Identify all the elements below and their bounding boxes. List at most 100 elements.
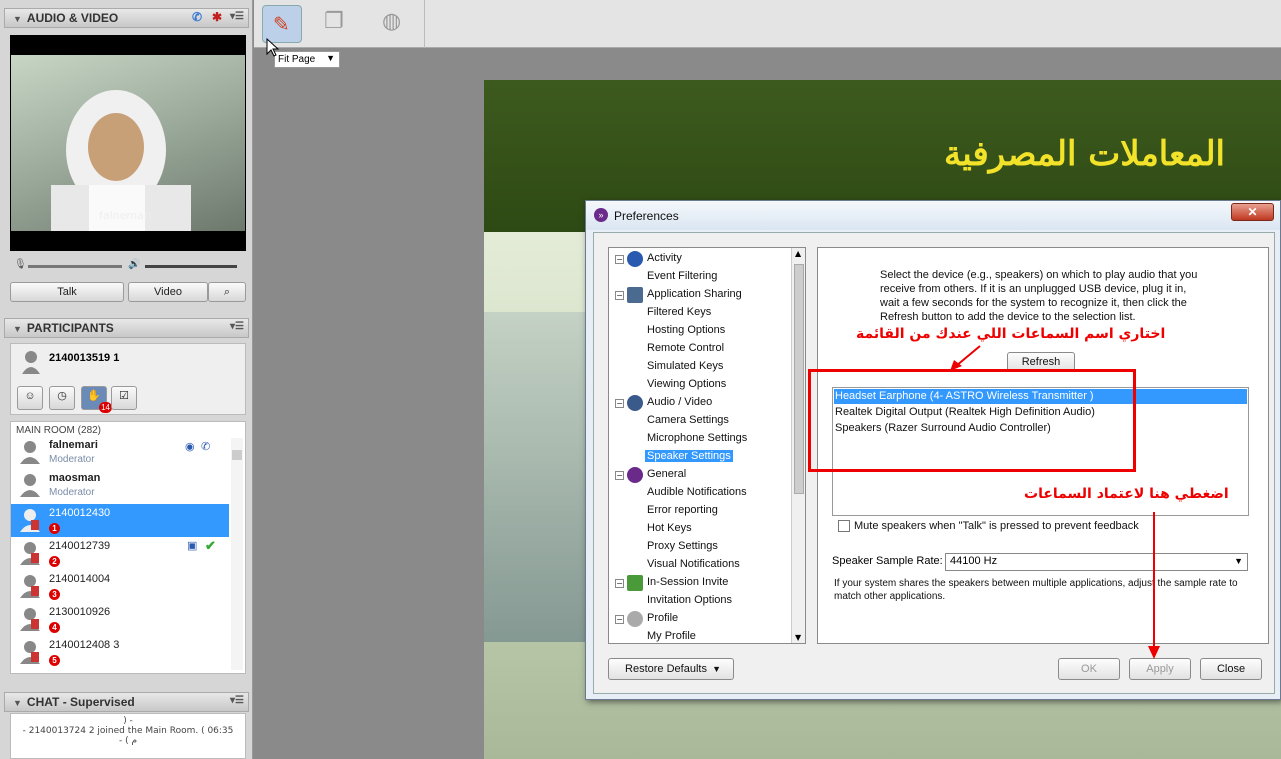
chat-header[interactable]: ▼ CHAT - Supervised ▾☰ xyxy=(4,692,249,712)
collapse-toggle[interactable]: − xyxy=(615,255,624,264)
room-count: (282) xyxy=(77,425,102,436)
tree-item-visual-notifications[interactable]: Visual Notifications xyxy=(647,558,740,570)
tree-item-speaker-settings[interactable]: Speaker Settings xyxy=(645,450,733,462)
participant-role: Moderator xyxy=(49,454,95,465)
mute-label: Mute speakers when "Talk" is pressed to … xyxy=(854,520,1139,532)
main-room-label: MAIN ROOM (282) xyxy=(16,425,101,436)
invite-icon xyxy=(627,575,643,591)
scrollbar-thumb[interactable] xyxy=(232,450,242,460)
participant-role: Moderator xyxy=(49,487,95,498)
user-hand-icon xyxy=(20,542,40,565)
dialog-title-bar[interactable]: » Preferences ✕ xyxy=(586,201,1280,230)
tree-item-hot-keys[interactable]: Hot Keys xyxy=(647,522,692,534)
tree-scrollbar[interactable]: ▲ ▼ xyxy=(791,248,805,643)
participants-header[interactable]: ▼ PARTICIPANTS ▾☰ xyxy=(4,318,249,338)
tree-item-viewing-options[interactable]: Viewing Options xyxy=(647,378,726,390)
panel-menu-icon[interactable]: ▾☰ xyxy=(230,321,244,332)
list-item[interactable]: 2140014004 3 xyxy=(11,570,229,603)
scroll-up-icon[interactable]: ▲ xyxy=(795,249,801,258)
feedback-button[interactable]: ☑ xyxy=(111,386,137,410)
tree-item-general[interactable]: General xyxy=(647,468,686,480)
list-item[interactable]: 2140012430 1 xyxy=(11,504,229,537)
restore-defaults-button[interactable]: Restore Defaults ▼ xyxy=(608,658,734,680)
user-avatar-icon xyxy=(20,441,40,464)
mic-volume-slider[interactable] xyxy=(28,265,122,268)
web-tour-button[interactable]: ◍ xyxy=(374,5,414,43)
tree-item-audio-video[interactable]: Audio / Video xyxy=(647,396,712,408)
zoom-select[interactable]: Fit Page ▼ xyxy=(274,51,340,68)
tree-item-error-reporting[interactable]: Error reporting xyxy=(647,504,718,516)
collapse-icon[interactable]: ▼ xyxy=(13,14,22,24)
mute-checkbox[interactable] xyxy=(838,520,850,533)
chat-title: CHAT - Supervised xyxy=(26,695,135,709)
tree-item-proxy-settings[interactable]: Proxy Settings xyxy=(647,540,718,552)
settings-icon[interactable]: ✱ xyxy=(212,10,222,24)
tree-item-camera-settings[interactable]: Camera Settings xyxy=(647,414,729,426)
tree-item-my-profile[interactable]: My Profile xyxy=(647,630,696,642)
list-item[interactable]: 2140012408 3 5 xyxy=(11,636,229,669)
user-avatar-icon xyxy=(22,351,40,374)
list-item[interactable]: 2130010926 4 xyxy=(11,603,229,636)
panel-menu-icon[interactable]: ▾☰ xyxy=(230,11,244,22)
step-away-button[interactable]: ◷ xyxy=(49,386,75,410)
checkmark-icon: ✔ xyxy=(205,538,216,553)
list-item[interactable]: falnemari Moderator ◉ ✆ xyxy=(11,436,229,469)
dialog-title: Preferences xyxy=(614,209,679,223)
audio-video-header[interactable]: ▼ AUDIO & VIDEO ✆ ✱ ▾☰ xyxy=(4,8,249,28)
scrollbar-thumb[interactable] xyxy=(794,264,804,494)
tree-item-hosting-options[interactable]: Hosting Options xyxy=(647,324,725,336)
smiley-icon: ☺ xyxy=(24,390,36,402)
list-item[interactable]: maosman Moderator xyxy=(11,469,229,502)
tree-item-microphone-settings[interactable]: Microphone Settings xyxy=(647,432,747,444)
tree-item-remote-control[interactable]: Remote Control xyxy=(647,342,724,354)
close-button[interactable]: Close xyxy=(1200,658,1262,680)
speaker-icon: 🔊 xyxy=(128,259,141,270)
collapse-icon[interactable]: ▼ xyxy=(13,324,22,334)
video-button[interactable]: Video xyxy=(128,282,208,302)
sample-rate-select[interactable]: 44100 Hz ▼ xyxy=(945,553,1248,571)
hand-order-badge: 3 xyxy=(49,589,60,600)
list-item[interactable]: 2140012739 2 ▣ ✔ xyxy=(11,537,229,570)
preferences-tree: − Activity Event Filtering − Application… xyxy=(608,247,806,644)
tree-item-activity[interactable]: Activity xyxy=(647,252,682,264)
ok-button[interactable]: OK xyxy=(1058,658,1120,680)
app-share-button[interactable]: ❐ xyxy=(316,5,356,43)
webcam-icon: ◉ xyxy=(185,441,195,453)
scroll-down-icon[interactable]: ▼ xyxy=(795,633,801,642)
annotation-arrow-icon xyxy=(950,345,981,371)
monitor-icon xyxy=(627,287,643,303)
tree-item-filtered-keys[interactable]: Filtered Keys xyxy=(647,306,711,318)
collapse-icon[interactable]: ▼ xyxy=(13,698,22,708)
tree-item-profile[interactable]: Profile xyxy=(647,612,678,624)
collapse-toggle[interactable]: − xyxy=(615,399,624,408)
tree-item-in-session-invite[interactable]: In-Session Invite xyxy=(647,576,728,588)
sample-rate-label: Speaker Sample Rate: xyxy=(832,555,943,567)
participant-name: 2140012739 xyxy=(49,540,111,552)
emoticon-button[interactable]: ☺ xyxy=(17,386,43,410)
close-window-button[interactable]: ✕ xyxy=(1231,203,1274,221)
video-search-button[interactable]: ⌕ xyxy=(208,282,246,302)
tree-item-event-filtering[interactable]: Event Filtering xyxy=(647,270,717,282)
sample-rate-value: 44100 Hz xyxy=(950,555,998,567)
participant-scrollbar[interactable] xyxy=(231,438,243,670)
collapse-toggle[interactable]: − xyxy=(615,471,624,480)
phone-icon[interactable]: ✆ xyxy=(192,10,202,24)
collapse-toggle[interactable]: − xyxy=(615,579,624,588)
audio-video-title: AUDIO & VIDEO xyxy=(26,11,119,25)
panel-menu-icon[interactable]: ▾☰ xyxy=(230,695,244,706)
tree-item-simulated-keys[interactable]: Simulated Keys xyxy=(647,360,723,372)
raise-hand-button[interactable]: ✋ 14 xyxy=(81,386,112,413)
mute-option[interactable]: Mute speakers when "Talk" is pressed to … xyxy=(838,520,1139,533)
tree-item-application-sharing[interactable]: Application Sharing xyxy=(647,288,742,300)
chevron-down-icon: ▼ xyxy=(1234,556,1243,566)
tree-item-invitation-options[interactable]: Invitation Options xyxy=(647,594,732,606)
apply-button[interactable]: Apply xyxy=(1129,658,1191,680)
tree-item-audible-notifications[interactable]: Audible Notifications xyxy=(647,486,747,498)
speaker-volume-slider[interactable] xyxy=(145,265,237,268)
participant-name: falnemari xyxy=(49,439,98,451)
sample-rate-note: If your system shares the speakers betwe… xyxy=(834,578,1238,602)
collapse-toggle[interactable]: − xyxy=(615,615,624,624)
talk-button[interactable]: Talk xyxy=(10,282,124,302)
collapse-toggle[interactable]: − xyxy=(615,291,624,300)
screen-icon: ▣ xyxy=(187,540,198,552)
